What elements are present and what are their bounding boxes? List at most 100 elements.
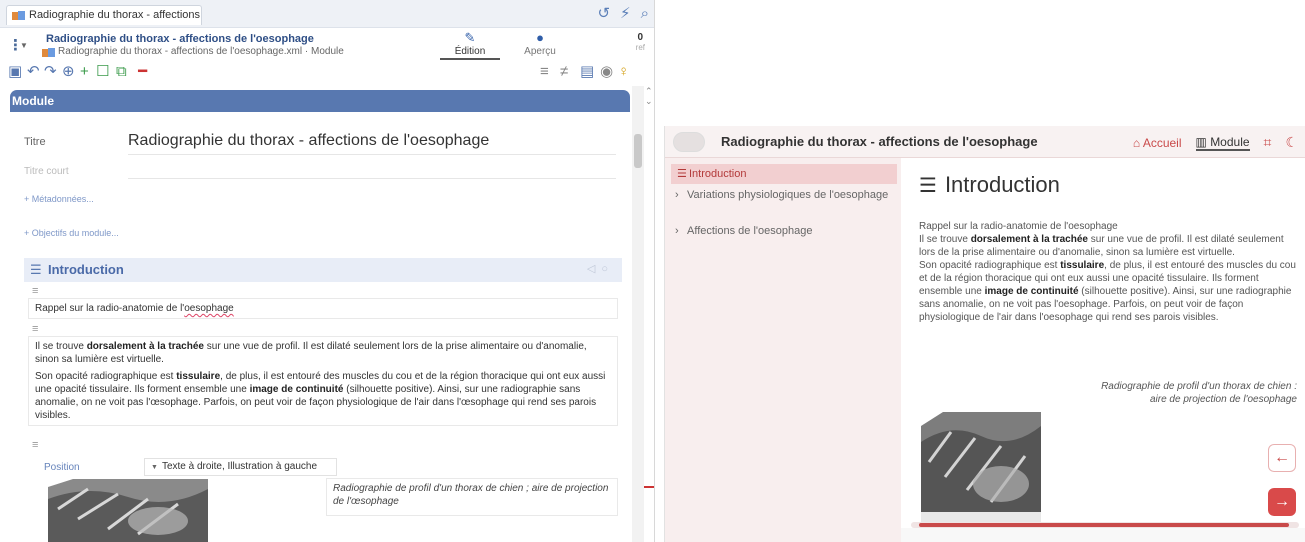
paragraph-3-text: Son opacité radiographique est tissulair… <box>35 370 611 422</box>
position-label: Position <box>44 462 80 473</box>
xray-image[interactable] <box>921 412 1041 522</box>
copy-icon[interactable]: ⧉ <box>116 64 127 80</box>
previous-page-button[interactable]: ← <box>1268 444 1296 472</box>
eye-bubble-icon: ● <box>536 30 544 45</box>
scrollbar-thumb[interactable] <box>634 134 642 168</box>
preview-text: Rappel sur la radio-anatomie de l'oesoph… <box>919 220 1297 324</box>
edition-mode-button[interactable]: ✎ Édition <box>440 30 500 60</box>
short-title-field[interactable] <box>128 178 616 179</box>
preview-heading-text: Introduction <box>944 172 1060 197</box>
document-path: Radiographie du thorax - affections de l… <box>58 46 344 57</box>
preview-footer <box>901 528 1305 542</box>
title-label: Titre <box>24 136 46 148</box>
metadata-link[interactable]: + Métadonnées... <box>24 194 94 204</box>
change-marker <box>644 486 654 488</box>
section-tools[interactable]: ◁○ <box>587 262 614 275</box>
scrollbar-thumb[interactable] <box>919 523 1289 527</box>
hint-icon[interactable]: ♀ <box>618 64 629 80</box>
document-header: ⋮ ▼ Radiographie du thorax - affections … <box>0 28 654 62</box>
section-title: Introduction <box>48 262 124 277</box>
paragraph-icon[interactable]: ≡ <box>32 440 38 451</box>
module-file-icon <box>42 48 55 57</box>
preview-title: Radiographie du thorax - affections de l… <box>721 134 1038 149</box>
vertical-scrollbar[interactable] <box>632 86 644 542</box>
nav-module-link[interactable]: ▥ Module <box>1195 134 1250 151</box>
figure-caption-field[interactable]: Radiographie de profil d'un thorax de ch… <box>326 478 618 516</box>
outline-icon[interactable]: ▤ <box>580 64 594 80</box>
short-title-label: Titre court <box>24 166 69 177</box>
module-file-icon <box>12 11 25 20</box>
preview-figure-caption: Radiographie de profil d'un thorax de ch… <box>1101 381 1297 405</box>
home-icon: ⌂ <box>1132 135 1141 150</box>
pen-icon: ✎ <box>464 30 476 45</box>
sidebar-item-introduction[interactable]: ☰ Introduction <box>671 164 897 184</box>
paragraph-1[interactable]: Rappel sur la radio-anatomie de l'oesoph… <box>28 298 618 319</box>
text-run: Son opacité radiographique est <box>35 371 177 382</box>
section-icon: ☰ <box>677 168 687 180</box>
lightning-icon[interactable]: ⚡ <box>620 5 631 23</box>
redo-icon[interactable]: ↷ <box>44 64 57 80</box>
preview-mode-button[interactable]: ● Aperçu <box>510 30 570 60</box>
format-icon[interactable]: ≡ <box>540 64 549 80</box>
paragraph-2[interactable]: Il se trouve dorsalement à la trachée su… <box>28 336 618 426</box>
text-run: Il se trouve <box>919 234 971 245</box>
dark-mode-icon[interactable]: ☾ <box>1285 134 1298 151</box>
section-icon: ☰ <box>30 262 42 277</box>
paragraph-1-text: Rappel sur la radio-anatomie de l' <box>35 303 185 314</box>
undo-icon[interactable]: ↶ <box>27 64 40 80</box>
site-logo[interactable] <box>673 132 705 152</box>
next-page-button[interactable]: → <box>1268 488 1296 516</box>
document-tab[interactable]: Radiographie du thorax - affections ... <box>6 5 202 25</box>
title-field[interactable]: Radiographie du thorax - affections de l… <box>128 132 489 150</box>
module-header: Module <box>10 90 630 112</box>
spellcheck-word: oesophage <box>184 303 234 314</box>
book-icon: ▥ <box>1195 134 1207 149</box>
sidebar-item-label: Introduction <box>689 168 747 180</box>
text-run: Il se trouve <box>35 341 87 352</box>
paragraph-icon[interactable]: ≡ <box>32 324 38 335</box>
add-icon[interactable]: + <box>80 64 89 80</box>
collapse-icon[interactable]: ▼ <box>20 41 28 50</box>
introduction-section-header[interactable]: ☰ Introduction ◁○ <box>24 258 622 282</box>
preview-content[interactable]: ☰ Introduction Rappel sur la radio-anatom… <box>901 158 1305 526</box>
arrow-left-icon: ← <box>1274 449 1290 466</box>
position-select[interactable]: ▼ Texte à droite, Illustration à gauche <box>144 458 337 476</box>
document-tab-label: Radiographie du thorax - affections ... <box>29 9 202 21</box>
more-menu-icon[interactable]: ⋮ <box>8 36 23 54</box>
reference-counter: 0 ref <box>636 32 645 52</box>
reference-count: 0 <box>637 32 644 43</box>
comment-icon[interactable]: ☐ <box>96 64 109 80</box>
search-icon[interactable]: ⌕ <box>641 5 649 23</box>
visibility-icon[interactable]: ◉ <box>600 64 613 80</box>
history-icon[interactable]: ↺ <box>597 5 610 23</box>
preview-mode-label: Aperçu <box>524 46 556 57</box>
chevron-right-icon: › <box>675 225 679 237</box>
scroll-arrows[interactable]: ⌃ ⌄ <box>645 86 654 106</box>
xray-thumbnail[interactable] <box>48 479 208 542</box>
diff-icon[interactable]: ≠ <box>560 64 568 80</box>
editor-content[interactable]: Module Titre Radiographie du thorax - af… <box>0 86 630 542</box>
chevron-right-icon: › <box>675 189 679 201</box>
save-icon[interactable]: ▣ <box>8 64 22 80</box>
nav-home-label: Accueil <box>1142 135 1182 150</box>
target-icon[interactable]: ⊕ <box>62 64 75 80</box>
bold-run: tissulaire <box>1060 260 1105 271</box>
nav-home-link[interactable]: ⌂ Accueil <box>1133 136 1182 150</box>
objectives-link[interactable]: + Objectifs du module... <box>24 228 119 238</box>
reference-count-label: ref <box>635 43 645 52</box>
sidebar-item-label: Affections de l'oesophage <box>687 225 813 237</box>
arrow-right-icon: → <box>1274 493 1290 510</box>
chevron-down-icon: ▼ <box>151 464 158 471</box>
bold-run: dorsalement à la trachée <box>970 234 1088 245</box>
preview-window: Radiographie du thorax - affections de l… <box>664 126 1305 542</box>
sidebar-item-variations[interactable]: › Variations physiologiques de l'oesophag… <box>675 188 895 202</box>
preview-header: Radiographie du thorax - affections de l… <box>665 126 1305 158</box>
position-value: Texte à droite, Illustration à gauche <box>161 461 318 472</box>
edition-mode-label: Édition <box>454 46 486 57</box>
sidebar-item-affections[interactable]: › Affections de l'oesophage <box>675 224 895 238</box>
fullscreen-icon[interactable]: ⌗ <box>1264 134 1272 151</box>
paragraph-icon[interactable]: ≡ <box>32 286 38 297</box>
bold-run: dorsalement à la trachée <box>86 341 204 352</box>
delete-icon[interactable]: ━ <box>138 64 147 80</box>
editor-toolbar: ▣ ↶ ↷ ⊕ + ☐ ⧉ ━ ≡ ≠ ▤ ◉ ♀ <box>0 62 654 84</box>
